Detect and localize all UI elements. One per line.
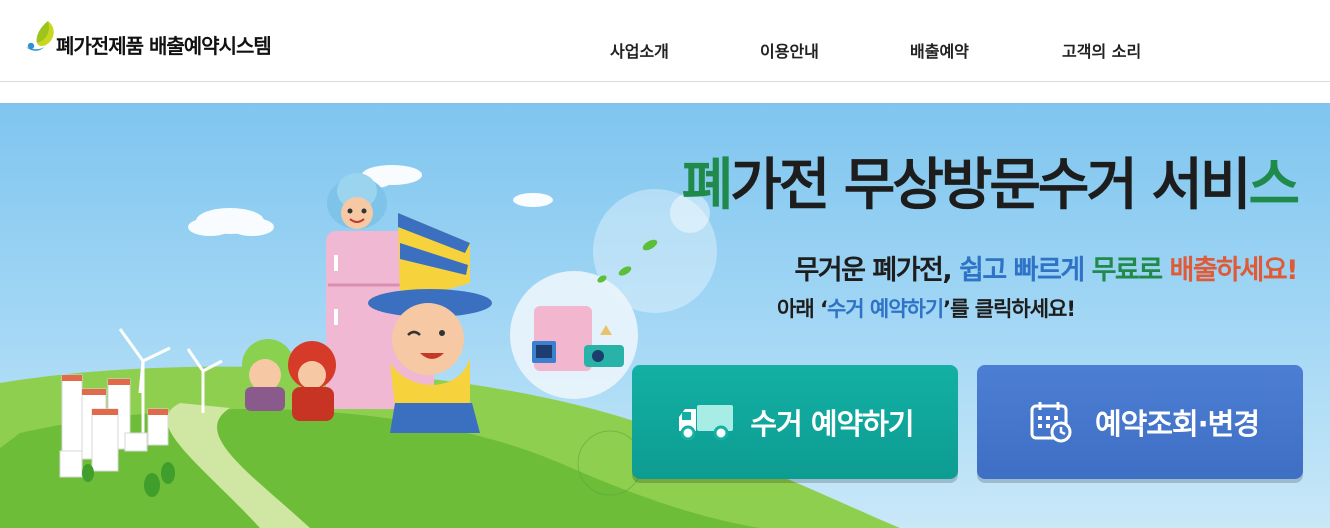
- hero-subtitle-part-a: 무거운 폐가전,: [794, 255, 960, 286]
- lookup-change-button[interactable]: 예약조회·변경: [977, 365, 1303, 479]
- hero-subtitle-part-d: 배출하세요!: [1169, 255, 1298, 286]
- hero-title-accent-last: 스: [1248, 153, 1300, 218]
- leaf-drop-logo-icon: [22, 19, 60, 59]
- reserve-pickup-label: 수거 예약하기: [750, 407, 914, 441]
- nav-item-guide[interactable]: 이용안내: [760, 38, 819, 62]
- hero-instruction-part-b: 수거 예약하기: [826, 297, 944, 321]
- hero-banner: 폐가전 무상방문수거 서비스 무거운 폐가전, 쉽고 빠르게 무료로 배출하세요…: [0, 103, 1330, 528]
- nav-item-about[interactable]: 사업소개: [610, 38, 669, 62]
- hero-subtitle-part-b: 쉽고 빠르게: [959, 255, 1092, 286]
- hero-title-middle: 가전 무상방문수거 서비: [730, 153, 1251, 218]
- hero-instruction-part-c: ’를 클릭하세요!: [943, 297, 1076, 321]
- site-header: 폐가전제품 배출예약시스템 사업소개 이용안내 배출예약 고객의 소리: [0, 0, 1330, 82]
- hero-title: 폐가전 무상방문수거 서비스: [681, 153, 1300, 219]
- hero-subtitle-part-c: 무료로: [1091, 255, 1170, 286]
- hero-title-accent-first: 폐: [681, 153, 734, 218]
- truck-icon: [676, 400, 736, 444]
- calendar-clock-icon: [1021, 400, 1081, 444]
- lookup-change-label: 예약조회·변경: [1094, 407, 1260, 441]
- nav-item-customer-voice[interactable]: 고객의 소리: [1062, 38, 1141, 62]
- hero-instruction-part-a: 아래 ‘: [777, 297, 828, 321]
- hero-subtitle: 무거운 폐가전, 쉽고 빠르게 무료로 배출하세요!: [794, 248, 1298, 287]
- site-logo[interactable]: 폐가전제품 배출예약시스템: [22, 14, 272, 64]
- nav-item-reservation[interactable]: 배출예약: [910, 38, 969, 62]
- hero-instruction: 아래 ‘수거 예약하기’를 클릭하세요!: [777, 293, 1076, 323]
- logo-title: 폐가전제품 배출예약시스템: [56, 33, 272, 58]
- reserve-pickup-button[interactable]: 수거 예약하기: [632, 365, 958, 479]
